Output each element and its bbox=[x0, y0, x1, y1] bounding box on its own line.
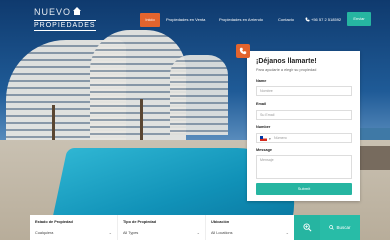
name-input[interactable]: Nombre bbox=[256, 86, 352, 96]
search-button-label: Buscar bbox=[336, 225, 351, 230]
message-label: Message bbox=[256, 148, 273, 152]
type-select[interactable]: Tipo de Propiedad All Types ⌄ bbox=[118, 215, 206, 240]
search-button[interactable]: Buscar bbox=[320, 215, 360, 240]
submit-button[interactable]: Submit bbox=[256, 183, 352, 195]
number-label: Number bbox=[256, 125, 271, 129]
name-label: Name bbox=[256, 79, 267, 83]
email-input[interactable]: Su Email bbox=[256, 110, 352, 120]
chevron-down-icon: ⌄ bbox=[196, 230, 200, 235]
location-label: Ubicación bbox=[211, 220, 230, 224]
advanced-search-button[interactable] bbox=[294, 215, 320, 240]
status-select[interactable]: Estado de Propiedad Cualquiera ⌄ bbox=[30, 215, 118, 240]
nav-venta[interactable]: Propiedades en Venta bbox=[166, 13, 205, 27]
contact-subtitle: Para ayudarte a elegir su propiedad bbox=[256, 68, 317, 72]
site-header: NUEVO PROPIEDADES Inicio Propiedades en … bbox=[0, 0, 390, 36]
location-select[interactable]: Ubicación All Locations ⌄ bbox=[206, 215, 294, 240]
logo-line2: PROPIEDADES bbox=[34, 20, 96, 31]
location-value: All Locations bbox=[211, 231, 233, 235]
zoom-in-icon bbox=[303, 223, 312, 232]
palm-tree bbox=[52, 105, 55, 145]
logo-line1: NUEVO bbox=[34, 7, 72, 17]
house-icon bbox=[73, 7, 81, 15]
chevron-down-icon: ⌄ bbox=[285, 230, 289, 235]
message-input[interactable]: Mensaje bbox=[256, 155, 352, 179]
number-input[interactable]: ▾ Número bbox=[256, 133, 352, 143]
nav-contacto[interactable]: Contacto bbox=[278, 13, 294, 27]
search-icon bbox=[329, 225, 335, 231]
nav-arriendo[interactable]: Propiedades en Arriendo bbox=[219, 13, 263, 27]
number-placeholder: Número bbox=[274, 136, 287, 140]
phone-number: +56 57 2 518592 bbox=[311, 17, 342, 22]
status-value: Cualquiera bbox=[35, 231, 54, 235]
contact-badge bbox=[236, 44, 250, 58]
contact-card: ¡Déjanos llamarte! Para ayudarte a elegi… bbox=[236, 44, 360, 201]
palm-tree bbox=[140, 99, 143, 145]
type-label: Tipo de Propiedad bbox=[123, 220, 157, 224]
phone-icon bbox=[305, 17, 310, 22]
chile-flag-icon[interactable] bbox=[260, 136, 267, 141]
status-label: Estado de Propiedad bbox=[35, 220, 73, 224]
nav-inicio[interactable]: Inicio bbox=[140, 13, 160, 27]
site-logo[interactable]: NUEVO PROPIEDADES bbox=[34, 7, 96, 33]
building-right bbox=[170, 55, 228, 135]
contact-title: ¡Déjanos llamarte! bbox=[256, 58, 317, 65]
chevron-down-icon: ▾ bbox=[269, 137, 271, 141]
chevron-down-icon: ⌄ bbox=[108, 230, 112, 235]
enviar-button[interactable]: Enviar bbox=[347, 12, 371, 26]
property-search-bar: Estado de Propiedad Cualquiera ⌄ Tipo de… bbox=[30, 215, 294, 240]
phone-hand-icon bbox=[239, 47, 247, 55]
type-value: All Types bbox=[123, 231, 139, 235]
header-phone[interactable]: +56 57 2 518592 bbox=[305, 13, 341, 27]
email-label: Email bbox=[256, 102, 267, 106]
